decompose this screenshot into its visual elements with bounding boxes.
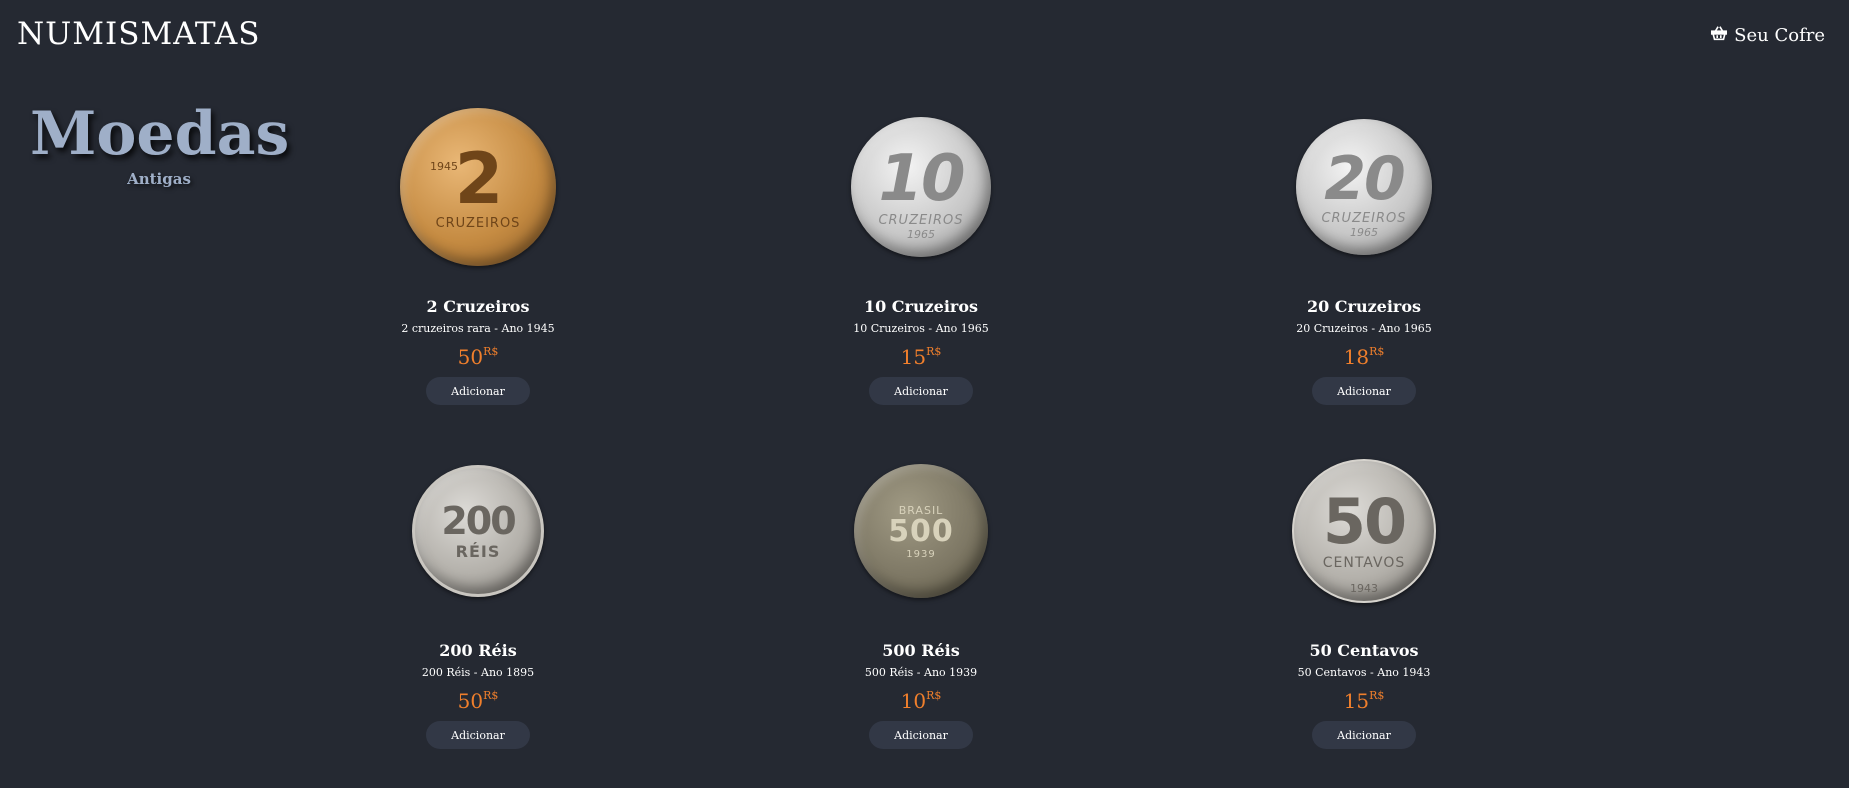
product-card-500-reis: BRASIL 500 1939 500 Réis 500 Réis - Ano … (801, 446, 1041, 749)
product-card-200-reis: 200 RÉIS 200 Réis 200 Réis - Ano 1895 50… (358, 446, 598, 749)
product-card-10-cruzeiros: 10 CRUZEIROS 1965 10 Cruzeiros 10 Cruzei… (801, 102, 1041, 405)
add-to-cart-button[interactable]: Adicionar (869, 721, 973, 749)
product-card-20-cruzeiros: 20 CRUZEIROS 1965 20 Cruzeiros 20 Cruzei… (1244, 102, 1484, 405)
add-to-cart-button[interactable]: Adicionar (869, 377, 973, 405)
product-title: 20 Cruzeiros (1306, 297, 1422, 316)
product-card-2-cruzeiros: 1945 2 CRUZEIROS 2 Cruzeiros 2 cruzeiros… (358, 102, 598, 405)
coin-image-2-cruzeiros: 1945 2 CRUZEIROS (400, 108, 556, 266)
product-price: 15R$ (1343, 689, 1385, 713)
product-price: 15R$ (900, 345, 942, 369)
product-title: 50 Centavos (1309, 641, 1419, 660)
product-price: 50R$ (457, 689, 499, 713)
add-to-cart-button[interactable]: Adicionar (1312, 377, 1416, 405)
add-to-cart-button[interactable]: Adicionar (426, 377, 530, 405)
cart-link[interactable]: Seu Cofre (1710, 24, 1825, 47)
product-description: 20 Cruzeiros - Ano 1965 (1296, 322, 1432, 335)
product-price: 18R$ (1343, 345, 1385, 369)
hero-title: Moedas (30, 99, 290, 169)
product-card-50-centavos: 50 CENTAVOS 1943 50 Centavos 50 Centavos… (1244, 446, 1484, 749)
coin-image-50-centavos: 50 CENTAVOS 1943 (1292, 459, 1436, 603)
cart-label: Seu Cofre (1734, 25, 1825, 46)
product-description: 50 Centavos - Ano 1943 (1297, 666, 1431, 679)
coin-image-500-reis: BRASIL 500 1939 (854, 464, 988, 598)
product-description: 500 Réis - Ano 1939 (864, 666, 978, 679)
product-description: 10 Cruzeiros - Ano 1965 (853, 322, 989, 335)
brand-logo[interactable]: NUMISMATAS (17, 16, 261, 52)
product-title: 500 Réis (882, 641, 960, 660)
product-description: 2 cruzeiros rara - Ano 1945 (401, 322, 555, 335)
coin-image-10-cruzeiros: 10 CRUZEIROS 1965 (851, 117, 991, 257)
hero-subtitle: Antigas (127, 170, 191, 188)
product-title: 10 Cruzeiros (863, 297, 979, 316)
coin-image-20-cruzeiros: 20 CRUZEIROS 1965 (1296, 119, 1432, 255)
add-to-cart-button[interactable]: Adicionar (426, 721, 530, 749)
product-title: 2 Cruzeiros (426, 297, 530, 316)
coin-image-200-reis: 200 RÉIS (412, 465, 544, 597)
product-description: 200 Réis - Ano 1895 (421, 666, 535, 679)
basket-icon (1710, 24, 1728, 47)
add-to-cart-button[interactable]: Adicionar (1312, 721, 1416, 749)
product-title: 200 Réis (439, 641, 517, 660)
hero-section: Moedas Antigas (30, 99, 290, 189)
product-price: 10R$ (900, 689, 942, 713)
product-price: 50R$ (457, 345, 499, 369)
